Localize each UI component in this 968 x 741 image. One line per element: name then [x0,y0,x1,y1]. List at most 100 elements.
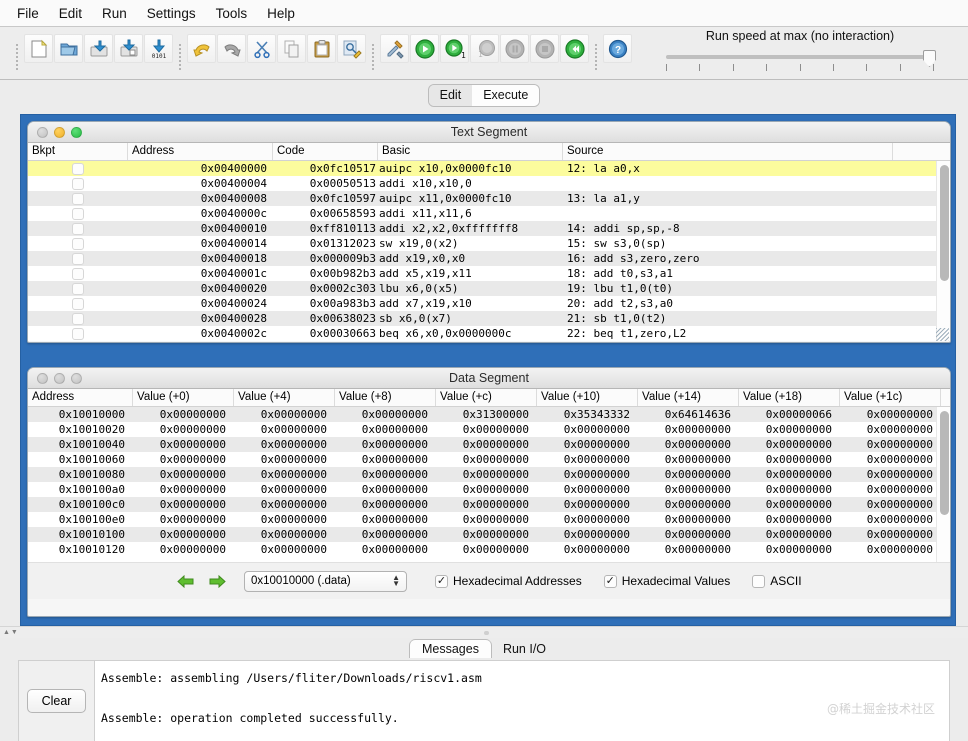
data-segment-table[interactable]: 0x100100000x000000000x000000000x00000000… [28,407,950,562]
breakpoint-checkbox[interactable] [72,193,84,205]
stop-icon[interactable] [530,34,559,63]
memory-segment-select[interactable]: 0x10010000 (.data) ▲▼ [244,571,407,592]
col-header-value-14[interactable]: Value (+14) [638,389,739,406]
backstep-icon[interactable]: 1 [470,34,499,63]
breakpoint-cell[interactable] [28,281,128,296]
maximize-light-icon[interactable] [71,127,82,138]
tab-run-io[interactable]: Run I/O [491,640,558,658]
text-segment-table[interactable]: 0x004000000x0fc10517auipc x10,0x0000fc10… [28,161,950,341]
breakpoint-checkbox[interactable] [72,328,84,340]
breakpoint-cell[interactable] [28,296,128,311]
breakpoint-cell[interactable] [28,326,128,341]
run-icon[interactable] [410,34,439,63]
col-header-value-8[interactable]: Value (+8) [335,389,436,406]
table-row[interactable]: 0x100100400x000000000x000000000x00000000… [28,437,950,452]
breakpoint-cell[interactable] [28,236,128,251]
breakpoint-cell[interactable] [28,311,128,326]
messages-text-area[interactable]: Assemble: assembling /Users/fliter/Downl… [94,661,949,741]
text-segment-vscrollbar[interactable] [936,161,950,341]
table-row[interactable]: 0x100101200x000000000x000000000x00000000… [28,542,950,557]
redo-icon[interactable] [217,34,246,63]
col-header-code[interactable]: Code [273,143,378,160]
breakpoint-checkbox[interactable] [72,178,84,190]
open-file-icon[interactable] [54,34,83,63]
col-header-value-18[interactable]: Value (+18) [739,389,840,406]
save-file-icon[interactable] [84,34,113,63]
menu-edit[interactable]: Edit [50,3,91,24]
splitter-collapse-icons[interactable]: ▲▼ [3,629,19,636]
breakpoint-checkbox[interactable] [72,163,84,175]
breakpoint-cell[interactable] [28,251,128,266]
col-header-address[interactable]: Address [128,143,273,160]
copy-icon[interactable] [277,34,306,63]
table-row[interactable]: 0x004000240x00a983b3add x7,x19,x1020: ad… [28,296,950,311]
help-icon[interactable]: ? [603,34,632,63]
col-header-basic[interactable]: Basic [378,143,563,160]
col-header-value-1c[interactable]: Value (+1c) [840,389,941,406]
run-speed-slider[interactable] [650,50,950,78]
menu-help[interactable]: Help [258,3,304,24]
minimize-light-icon[interactable] [54,127,65,138]
table-row[interactable]: 0x0040002c0x00030663beq x6,x0,0x0000000c… [28,326,950,341]
scroll-thumb[interactable] [940,165,949,281]
breakpoint-cell[interactable] [28,191,128,206]
col-header-value-4[interactable]: Value (+4) [234,389,335,406]
maximize-light-icon[interactable] [71,373,82,384]
breakpoint-checkbox[interactable] [72,298,84,310]
breakpoint-checkbox[interactable] [72,268,84,280]
table-row[interactable]: 0x100100e00x000000000x000000000x00000000… [28,512,950,527]
table-row[interactable]: 0x004000040x00050513addi x10,x10,0 [28,176,950,191]
col-header-value-0[interactable]: Value (+0) [133,389,234,406]
resize-grip[interactable] [936,328,949,341]
prev-arrow-icon[interactable] [174,571,196,591]
table-row[interactable]: 0x100100a00x000000000x000000000x00000000… [28,482,950,497]
breakpoint-cell[interactable] [28,176,128,191]
breakpoint-checkbox[interactable] [72,238,84,250]
close-light-icon[interactable] [37,373,48,384]
minimize-light-icon[interactable] [54,373,65,384]
menu-run[interactable]: Run [93,3,136,24]
checkbox-ascii[interactable]: ASCII [752,574,801,588]
table-row[interactable]: 0x004000000x0fc10517auipc x10,0x0000fc10… [28,161,950,176]
table-row[interactable]: 0x100100800x000000000x000000000x00000000… [28,467,950,482]
col-header-bkpt[interactable]: Bkpt [28,143,128,160]
reset-icon[interactable] [560,34,589,63]
table-row[interactable]: 0x0040000c0x00658593addi x11,x11,6 [28,206,950,221]
breakpoint-checkbox[interactable] [72,313,84,325]
data-segment-title-bar[interactable]: Data Segment [28,368,950,389]
find-replace-icon[interactable] [337,34,366,63]
breakpoint-checkbox[interactable] [72,208,84,220]
pane-splitter[interactable]: ▲▼ [0,626,968,638]
paste-icon[interactable] [307,34,336,63]
dump-memory-icon[interactable]: 0101 [144,34,173,63]
breakpoint-cell[interactable] [28,221,128,236]
menu-file[interactable]: File [8,3,48,24]
text-segment-title-bar[interactable]: Text Segment [28,122,950,143]
breakpoint-cell[interactable] [28,266,128,281]
splitter-handle[interactable] [484,631,489,635]
col-header-source[interactable]: Source [563,143,893,160]
breakpoint-checkbox[interactable] [72,223,84,235]
undo-icon[interactable] [187,34,216,63]
tab-messages[interactable]: Messages [410,640,491,658]
checkbox-hex-addresses[interactable]: ✓ Hexadecimal Addresses [435,574,582,588]
breakpoint-cell[interactable] [28,206,128,221]
checkbox-hex-values[interactable]: ✓ Hexadecimal Values [604,574,731,588]
tab-execute[interactable]: Execute [472,85,539,106]
col-header-value-c[interactable]: Value (+c) [436,389,537,406]
clear-button[interactable]: Clear [27,689,87,713]
step-icon[interactable]: 1 [440,34,469,63]
menu-tools[interactable]: Tools [207,3,257,24]
tab-edit[interactable]: Edit [429,85,473,106]
table-row[interactable]: 0x0040001c0x00b982b3add x5,x19,x1118: ad… [28,266,950,281]
table-row[interactable]: 0x004000180x000009b3add x19,x0,x016: add… [28,251,950,266]
new-file-icon[interactable] [24,34,53,63]
table-row[interactable]: 0x004000080x0fc10597auipc x11,0x0000fc10… [28,191,950,206]
breakpoint-checkbox[interactable] [72,283,84,295]
data-segment-vscrollbar[interactable] [936,407,950,562]
breakpoint-checkbox[interactable] [72,253,84,265]
close-light-icon[interactable] [37,127,48,138]
table-row[interactable]: 0x100100200x000000000x000000000x00000000… [28,422,950,437]
scroll-thumb[interactable] [940,411,949,515]
table-row[interactable]: 0x004000200x0002c303lbu x6,0(x5)19: lbu … [28,281,950,296]
